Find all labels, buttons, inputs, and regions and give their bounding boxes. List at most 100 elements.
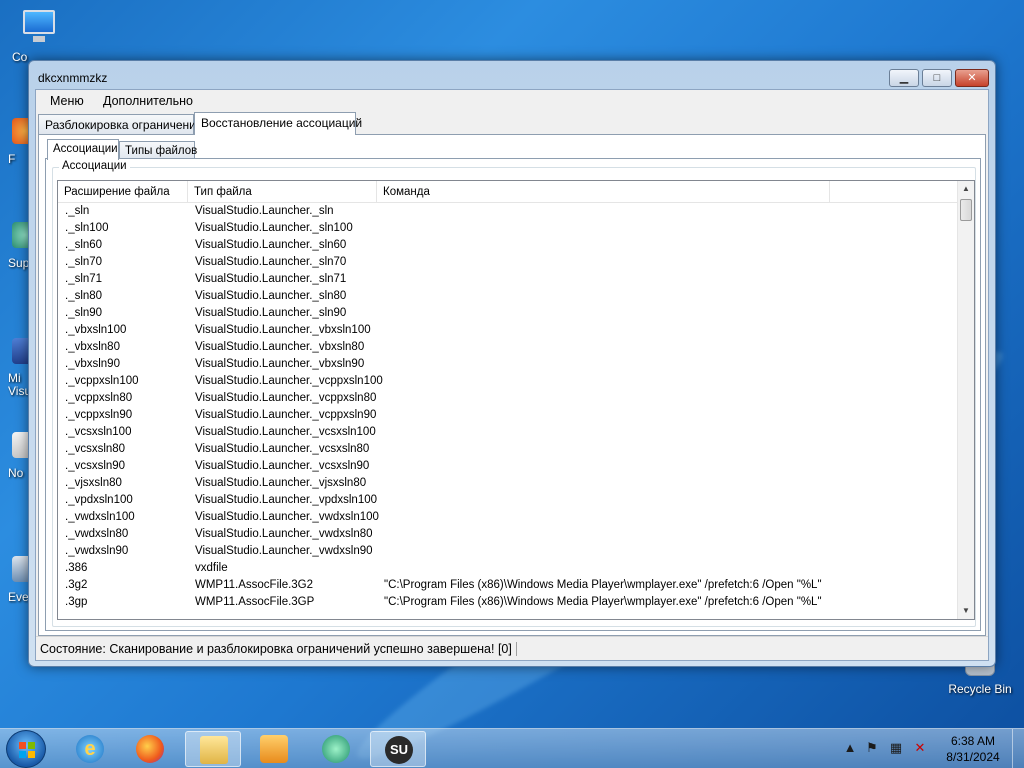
cell-file-type: VisualStudio.Launcher._vcsxsln80: [195, 443, 370, 455]
cell-extension: ._vbxsln80: [65, 341, 120, 353]
list-header: Расширение файла Тип файла Команда: [58, 181, 958, 203]
clock-date: 8/31/2024: [946, 750, 1000, 764]
scroll-down-arrow-icon[interactable]: ▼: [958, 603, 974, 619]
table-row[interactable]: ._vbxsln80 VisualStudio.Launcher._vbxsln8…: [58, 340, 958, 357]
tab-associations[interactable]: Ассоциации: [47, 139, 119, 160]
table-row[interactable]: ._vpdxsln100 VisualStudio.Launcher._vpdxs…: [58, 493, 958, 510]
table-row[interactable]: ._vwdxsln80 VisualStudio.Launcher._vwdxsl…: [58, 527, 958, 544]
table-row[interactable]: ._sln100 VisualStudio.Launcher._sln100: [58, 221, 958, 238]
tab-page-associations: Ассоциации Типы файлов Ассоциации Расшир…: [38, 134, 986, 636]
firefox-icon: [136, 735, 164, 763]
cell-file-type: VisualStudio.Launcher._vbxsln90: [195, 358, 365, 370]
table-row[interactable]: ._sln71 VisualStudio.Launcher._sln71: [58, 272, 958, 289]
cell-extension: .3gp: [65, 596, 88, 608]
group-title: Ассоциации: [59, 160, 130, 172]
menu-additional[interactable]: Дополнительно: [103, 94, 193, 108]
action-center-flag-icon[interactable]: ⚑: [864, 740, 880, 756]
scroll-up-arrow-icon[interactable]: ▲: [958, 181, 974, 197]
cell-extension: ._vpdxsln100: [65, 494, 133, 506]
minimize-button[interactable]: ▁: [889, 69, 919, 87]
cell-file-type: VisualStudio.Launcher._vwdxsln90: [195, 545, 373, 557]
column-header-file-type[interactable]: Тип файла: [188, 181, 377, 203]
table-row[interactable]: .386 vxdfile: [58, 561, 958, 578]
table-row[interactable]: ._vwdxsln90 VisualStudio.Launcher._vwdxsl…: [58, 544, 958, 561]
table-row[interactable]: .3g2 WMP11.AssocFile.3G2 "C:\Program Files…: [58, 578, 958, 595]
taskbar-internet-explorer[interactable]: e: [62, 731, 118, 767]
taskbar-file-explorer[interactable]: [185, 731, 241, 767]
taskbar-clock[interactable]: 6:38 AM 8/31/2024: [940, 733, 1006, 765]
table-row[interactable]: ._vcsxsln100 VisualStudio.Launcher._vcsxs…: [58, 425, 958, 442]
table-row[interactable]: ._vcppxsln100 VisualStudio.Launcher._vcpp…: [58, 374, 958, 391]
cell-file-type: WMP11.AssocFile.3GP: [195, 596, 315, 608]
cell-extension: .3g2: [65, 579, 88, 591]
network-icon[interactable]: ▦: [888, 740, 904, 756]
cell-extension: ._vcppxsln90: [65, 409, 133, 421]
tab-restore-associations[interactable]: Восстановление ассоциаций: [194, 112, 362, 135]
volume-muted-icon[interactable]: ✕: [912, 740, 928, 756]
cell-extension: ._vwdxsln100: [65, 511, 135, 523]
computer-icon: [19, 8, 59, 46]
scroll-thumb[interactable]: [960, 199, 972, 221]
cell-extension: ._sln: [65, 205, 90, 217]
table-row[interactable]: ._vcsxsln80 VisualStudio.Launcher._vcsxsl…: [58, 442, 958, 459]
computer-desktop-icon[interactable]: Co: [4, 8, 74, 64]
cell-file-type: VisualStudio.Launcher._sln80: [195, 290, 347, 302]
table-row[interactable]: ._vcsxsln90 VisualStudio.Launcher._vcsxsl…: [58, 459, 958, 476]
cell-extension: ._sln60: [65, 239, 103, 251]
cell-extension: ._vcppxsln80: [65, 392, 133, 404]
table-row[interactable]: ._sln70 VisualStudio.Launcher._sln70: [58, 255, 958, 272]
taskbar-firefox[interactable]: [122, 731, 178, 767]
app-window: dkcxnmmzkz ▁ □ ✕ Меню Дополнительно Разб…: [28, 60, 996, 667]
cell-file-type: VisualStudio.Launcher._vjsxsln80: [195, 477, 367, 489]
associations-group: Ассоциации Расширение файла Тип файла Ко…: [52, 160, 976, 627]
list-body: ._sln VisualStudio.Launcher._sln ._sln100 V…: [58, 204, 958, 619]
windows-logo-icon: [19, 742, 35, 758]
cell-extension: ._sln80: [65, 290, 103, 302]
column-header-extension[interactable]: Расширение файла: [58, 181, 188, 203]
vertical-scrollbar[interactable]: ▲ ▼: [957, 181, 974, 619]
table-row[interactable]: ._vjsxsln80 VisualStudio.Launcher._vjsxsl…: [58, 476, 958, 493]
recycle-bin-label: Recycle Bin: [948, 682, 1012, 696]
cell-extension: ._sln100: [65, 222, 109, 234]
show-desktop-button[interactable]: [1012, 729, 1024, 768]
start-button[interactable]: [6, 730, 46, 768]
taskbar-media-player[interactable]: [246, 731, 302, 767]
title-bar[interactable]: dkcxnmmzkz ▁ □ ✕: [29, 61, 995, 89]
table-row[interactable]: ._vcppxsln80 VisualStudio.Launcher._vcppx…: [58, 391, 958, 408]
cell-file-type: VisualStudio.Launcher._vcppxsln90: [195, 409, 377, 421]
tab-unlock-restrictions[interactable]: Разблокировка ограничений: [38, 114, 203, 134]
window-client: Меню Дополнительно Разблокировка огранич…: [35, 89, 989, 661]
table-row[interactable]: .3gp WMP11.AssocFile.3GP "C:\Program Files…: [58, 595, 958, 612]
cell-file-type: VisualStudio.Launcher._vcppxsln80: [195, 392, 377, 404]
app-icon: [322, 735, 350, 763]
show-hidden-icons-icon[interactable]: ▲: [842, 740, 858, 756]
main-tabs: Разблокировка ограничений Восстановление…: [36, 112, 988, 135]
taskbar-app[interactable]: [308, 731, 364, 767]
maximize-button[interactable]: □: [922, 69, 952, 87]
table-row[interactable]: ._vbxsln100 VisualStudio.Launcher._vbxsln…: [58, 323, 958, 340]
table-row[interactable]: ._vwdxsln100 VisualStudio.Launcher._vwdxs…: [58, 510, 958, 527]
cell-file-type: VisualStudio.Launcher._vwdxsln100: [195, 511, 379, 523]
table-row[interactable]: ._vbxsln90 VisualStudio.Launcher._vbxsln9…: [58, 357, 958, 374]
cell-command: "C:\Program Files (x86)\Windows Media Pl…: [384, 579, 822, 591]
taskbar-su-app[interactable]: SU: [370, 731, 426, 767]
cell-command: "C:\Program Files (x86)\Windows Media Pl…: [384, 596, 822, 608]
table-row[interactable]: ._sln90 VisualStudio.Launcher._sln90: [58, 306, 958, 323]
cell-file-type: WMP11.AssocFile.3G2: [195, 579, 314, 591]
menu-main[interactable]: Меню: [50, 94, 84, 108]
cell-file-type: vxdfile: [195, 562, 228, 574]
menu-bar: Меню Дополнительно: [36, 90, 988, 112]
table-row[interactable]: ._sln60 VisualStudio.Launcher._sln60: [58, 238, 958, 255]
table-row[interactable]: ._sln VisualStudio.Launcher._sln: [58, 204, 958, 221]
table-row[interactable]: ._sln80 VisualStudio.Launcher._sln80: [58, 289, 958, 306]
cell-file-type: VisualStudio.Launcher._sln60: [195, 239, 347, 251]
column-header-command[interactable]: Команда: [377, 181, 830, 203]
cell-file-type: VisualStudio.Launcher._sln: [195, 205, 334, 217]
associations-listview[interactable]: Расширение файла Тип файла Команда ._sln…: [57, 180, 975, 620]
cell-file-type: VisualStudio.Launcher._vcsxsln100: [195, 426, 376, 438]
table-row[interactable]: ._vcppxsln90 VisualStudio.Launcher._vcppx…: [58, 408, 958, 425]
close-button[interactable]: ✕: [955, 69, 989, 87]
cell-file-type: VisualStudio.Launcher._vbxsln100: [195, 324, 371, 336]
cell-extension: ._vwdxsln90: [65, 545, 129, 557]
cell-extension: ._vjsxsln80: [65, 477, 122, 489]
